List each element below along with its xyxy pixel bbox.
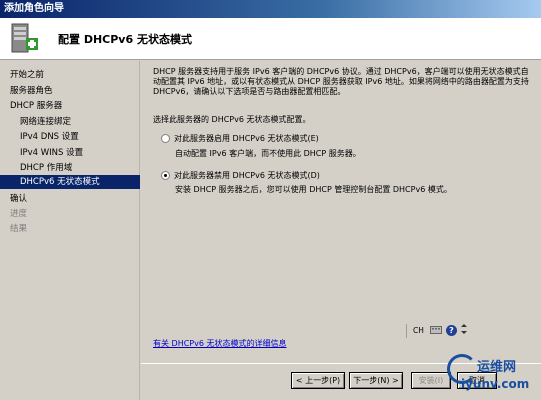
page-title: 配置 DHCPv6 无状态模式 [58,33,192,46]
window-title: 添加角色向导 [0,0,541,18]
nav-step-before-you-begin[interactable]: 开始之前 [10,68,44,82]
nav-step-progress: 进度 [10,209,28,219]
nav-step-results: 结果 [10,224,28,234]
server-add-icon [11,23,38,53]
next-button[interactable]: 下一步(N) > [349,372,403,389]
watermark-url: iyunv.com [461,377,530,391]
wizard-content: DHCP 服务器支持用于服务 IPv6 客户端的 DHCPv6 协议。通过 DH… [141,61,541,400]
more-info-link[interactable]: 有关 DHCPv6 无状态模式的详细信息 [153,338,287,349]
nav-step-dhcp-scope[interactable]: DHCP 作用域 [20,161,72,175]
options-arrow-icon[interactable] [460,323,467,338]
language-indicator[interactable]: CH [411,325,426,336]
language-bar-divider [406,323,407,338]
language-bar: CH ? [406,323,467,338]
nav-step-network-binding[interactable]: 网络连接绑定 [20,115,71,129]
help-icon[interactable]: ? [445,325,457,336]
disable-stateless-option[interactable]: 对此服务器禁用 DHCPv6 无状态模式(D) [161,170,320,181]
nav-step-ipv4-dns[interactable]: IPv4 DNS 设置 [20,130,79,144]
nav-step-dhcp-server[interactable]: DHCP 服务器 [10,99,62,113]
nav-step-dhcpv6-stateless[interactable]: DHCPv6 无状态模式 [0,175,140,189]
disable-stateless-label[interactable]: 对此服务器禁用 DHCPv6 无状态模式(D) [174,170,320,181]
enable-stateless-desc: 自动配置 IPv6 客户端，而不使用此 DHCP 服务器。 [175,149,361,158]
nav-step-server-roles[interactable]: 服务器角色 [10,84,53,98]
previous-button[interactable]: < 上一步(P) [291,372,345,389]
watermark-text: 运维网 [477,360,517,375]
wizard-header: 配置 DHCPv6 无状态模式 [0,18,541,60]
wizard-step-nav: 开始之前 服务器角色 DHCP 服务器 网络连接绑定 IPv4 DNS 设置 I… [0,61,140,400]
install-button: 安装(I) [411,372,451,389]
disable-stateless-radio[interactable] [161,171,170,180]
disable-stateless-desc: 安装 DHCP 服务器之后，您可以使用 DHCP 管理控制台配置 DHCPv6 … [175,185,452,194]
enable-stateless-option[interactable]: 对此服务器启用 DHCPv6 无状态模式(E) [161,133,319,144]
nav-step-confirm[interactable]: 确认 [10,192,27,206]
nav-step-ipv4-wins[interactable]: IPv4 WINS 设置 [20,146,83,160]
description-text: DHCP 服务器支持用于服务 IPv6 客户端的 DHCPv6 协议。通过 DH… [153,67,529,96]
selection-prompt: 选择此服务器的 DHCPv6 无状态模式配置。 [153,115,311,124]
enable-stateless-radio[interactable] [161,134,170,143]
site-watermark: 运维网 iyunv.com [447,354,541,400]
enable-stateless-label[interactable]: 对此服务器启用 DHCPv6 无状态模式(E) [174,133,319,144]
input-method-icon[interactable] [429,324,442,337]
